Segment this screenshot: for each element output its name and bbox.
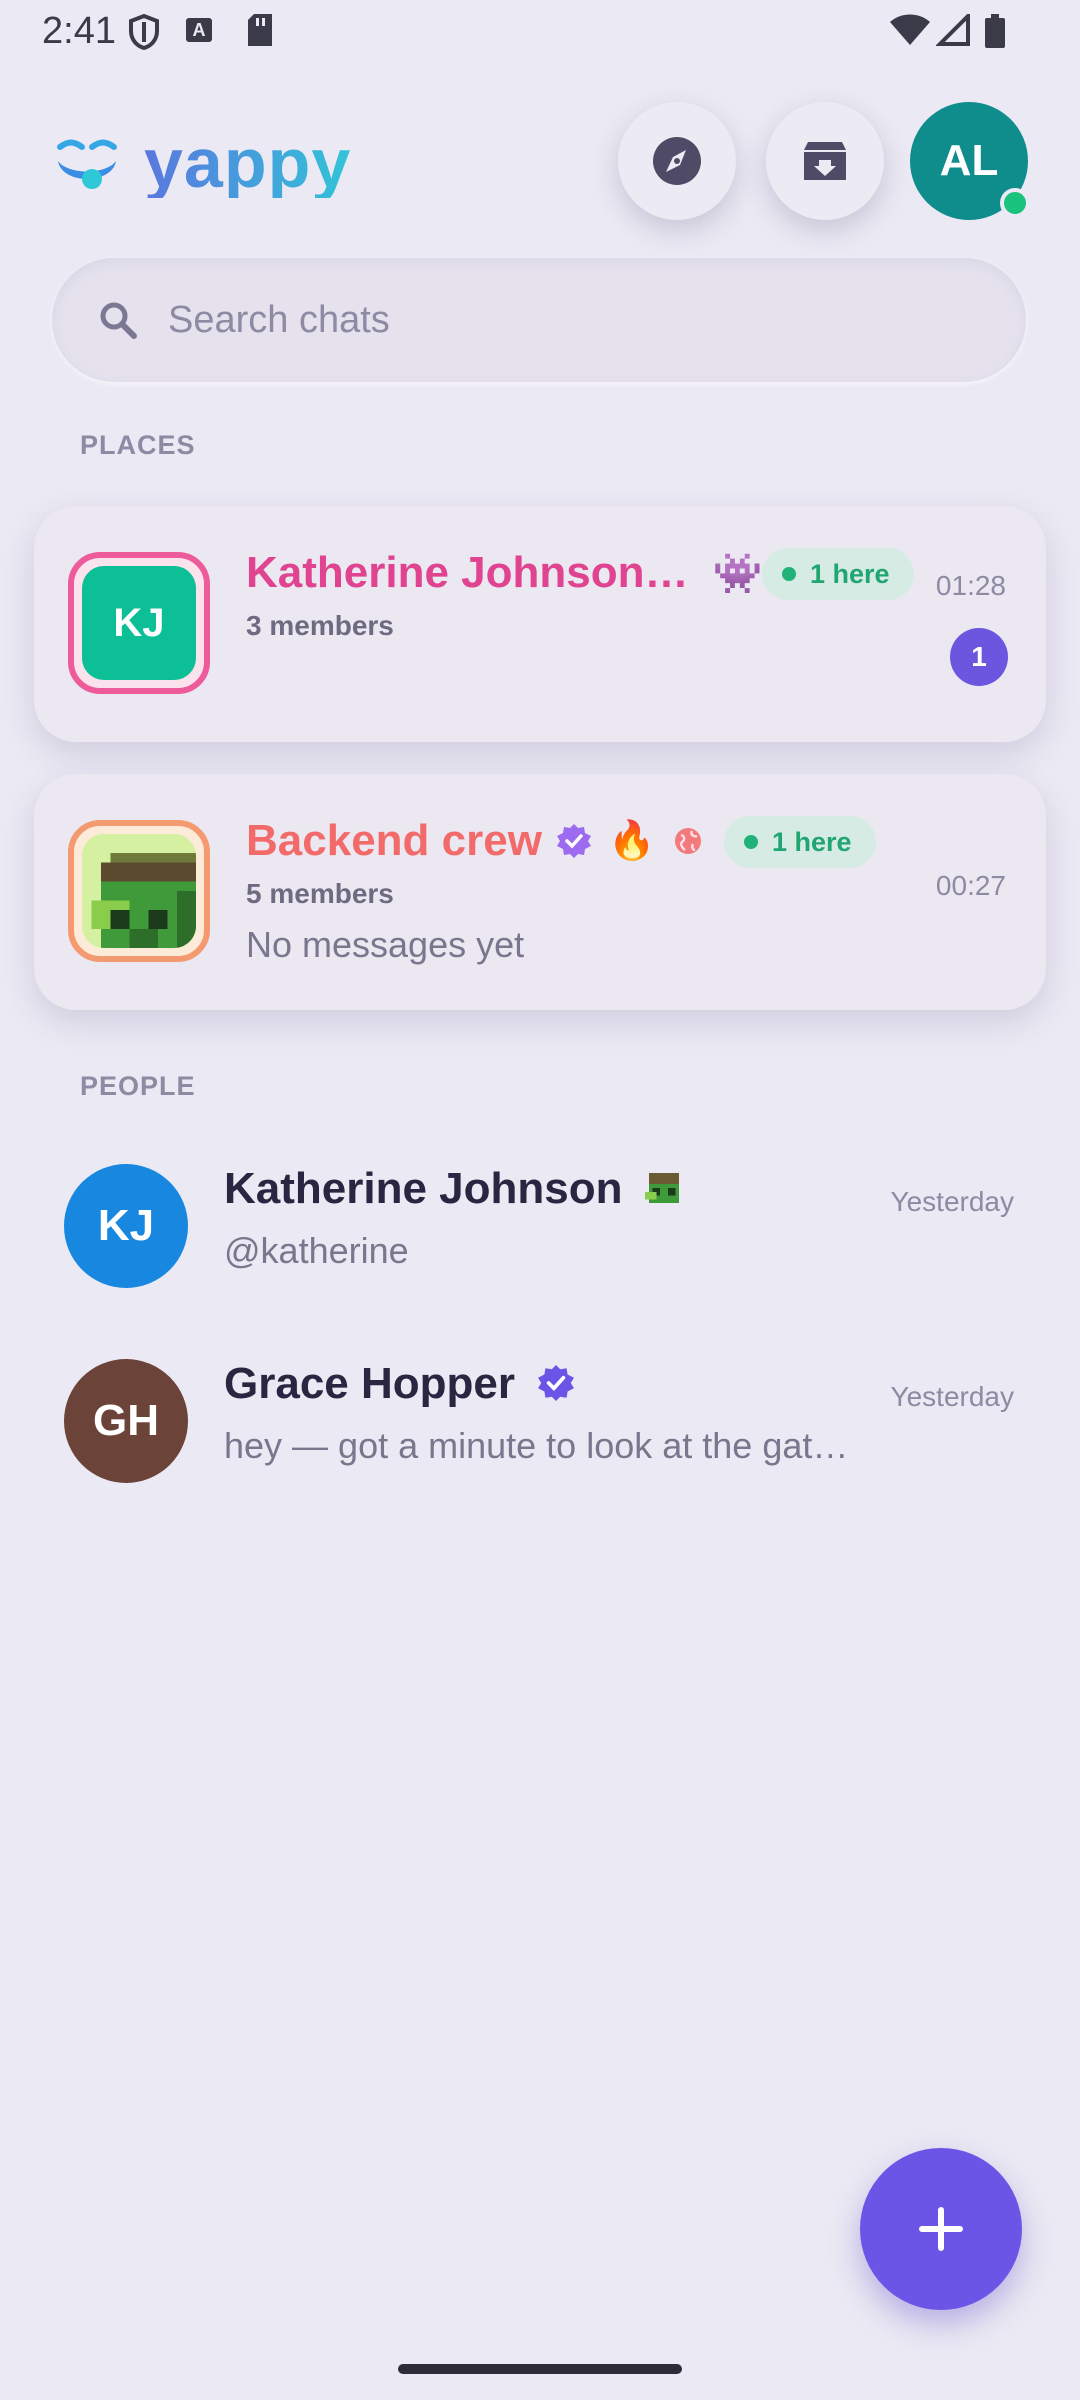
font-a-icon: A (186, 18, 212, 42)
profile-avatar[interactable]: AL (910, 102, 1030, 220)
person-last-message: hey — got a minute to look at the gate… (224, 1425, 864, 1466)
people-section-label: PEOPLE (80, 1071, 196, 1101)
place-card[interactable]: Backend crew 🔥 1 here 5 members 00:27 No… (34, 774, 1046, 1010)
verified-badge-icon (556, 824, 591, 858)
globe-icon (675, 828, 702, 854)
place-avatar-initials: KJ (82, 566, 196, 680)
person-initials: GH (93, 1396, 159, 1445)
compass-icon (653, 137, 701, 185)
person-row[interactable]: KJ Katherine Johnson @katherine Yesterda… (0, 1136, 1080, 1316)
place-card[interactable]: KJ Katherine Johnson… 👾 1 here 3 members… (34, 506, 1046, 742)
person-row[interactable]: GH Grace Hopper hey — got a minute to lo… (0, 1331, 1080, 1511)
person-time: Yesterday (890, 1186, 1015, 1217)
place-members: 5 members (246, 878, 394, 909)
here-dot (782, 567, 796, 581)
wifi-icon (890, 14, 930, 45)
logo-face-icon (57, 139, 117, 189)
fire-emoji: 🔥 (607, 820, 656, 862)
place-members: 3 members (246, 610, 394, 641)
here-count: 1 here (810, 558, 890, 589)
person-name-line: Katherine Johnson (224, 1164, 683, 1214)
places-section-label: PLACES (80, 430, 196, 460)
person-name: Katherine Johnson (224, 1164, 623, 1213)
person-name: Grace Hopper (224, 1359, 515, 1408)
person-time: Yesterday (890, 1381, 1015, 1412)
app-logo: yappy (54, 128, 351, 198)
place-avatar (68, 820, 210, 962)
place-name: Katherine Johnson… (246, 548, 689, 597)
here-count: 1 here (772, 826, 852, 857)
pixel-badge-icon (644, 1172, 679, 1204)
search-input[interactable] (166, 297, 930, 343)
app-name: yappy (144, 124, 352, 202)
unread-count-badge: 1 (950, 628, 1008, 686)
new-chat-button[interactable] (860, 2148, 1022, 2310)
online-status-dot (1000, 188, 1030, 218)
status-time: 2:41 (42, 10, 116, 52)
verified-badge-icon (538, 1365, 575, 1401)
here-badge: 1 here (762, 548, 914, 600)
plus-icon (919, 2207, 963, 2251)
person-handle: @katherine (224, 1230, 409, 1271)
place-avatar: KJ (68, 552, 210, 694)
here-badge: 1 here (724, 816, 876, 868)
battery-icon (985, 14, 1005, 48)
search-icon (100, 302, 137, 339)
place-time: 01:28 (935, 570, 1006, 601)
here-dot (744, 835, 758, 849)
place-time: 00:27 (935, 870, 1006, 901)
person-name-line: Grace Hopper (224, 1359, 575, 1409)
home-indicator[interactable] (398, 2364, 682, 2374)
person-avatar: GH (64, 1359, 188, 1483)
profile-initials: AL (939, 136, 999, 185)
alien-monster-emoji: 👾 (712, 552, 763, 596)
shield-icon (129, 14, 159, 50)
pixel-art-avatar (82, 834, 196, 948)
place-name: Backend crew (246, 816, 542, 865)
person-initials: KJ (97, 1201, 155, 1250)
sd-card-icon (248, 14, 272, 46)
signal-icon (936, 14, 970, 46)
place-last-message: No messages yet (246, 924, 525, 965)
person-avatar: KJ (64, 1164, 188, 1288)
archive-button[interactable] (766, 102, 884, 220)
explore-button[interactable] (618, 102, 736, 220)
search-bar[interactable] (52, 258, 1026, 382)
archive-icon (804, 142, 846, 180)
